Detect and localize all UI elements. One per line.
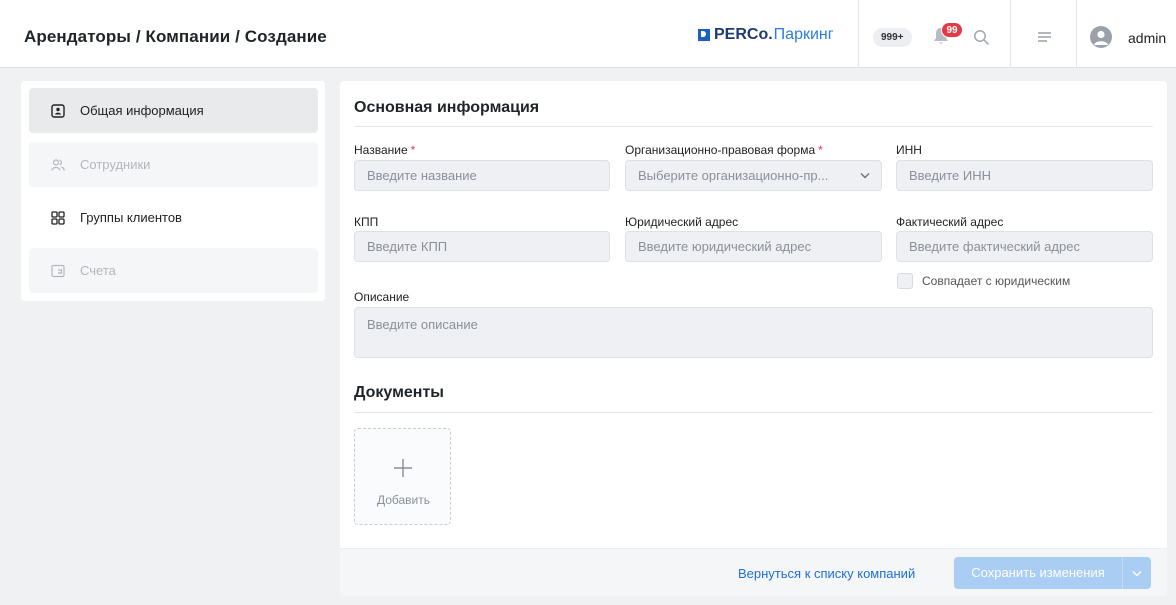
actual-address-input[interactable]: Введите фактический адрес	[896, 231, 1153, 262]
legal-address-input[interactable]: Введите юридический адрес	[625, 231, 882, 262]
avatar[interactable]	[1090, 26, 1112, 48]
sidebar-item-label: Общая информация	[80, 103, 204, 118]
grid-icon	[51, 210, 65, 225]
actual-address-label: Фактический адрес	[896, 215, 1004, 229]
sidebar-item-label: Сотрудники	[80, 157, 151, 172]
section-divider	[354, 126, 1153, 127]
form-footer: Вернуться к списку компаний Сохранить из…	[340, 548, 1167, 596]
same-as-legal-label[interactable]: Совпадает с юридическим	[922, 274, 1070, 288]
legal-form-select[interactable]: Выберите организационно-пр...	[625, 160, 882, 191]
legal-form-label-text: Организационно-правовая форма	[625, 143, 816, 157]
perco-logo-icon	[698, 29, 710, 41]
sidebar-item-client-groups[interactable]: Группы клиентов	[29, 195, 318, 240]
menu-icon[interactable]	[1036, 30, 1052, 44]
back-to-companies-link[interactable]: Вернуться к списку компаний	[738, 566, 915, 581]
user-icon	[1094, 30, 1108, 45]
counter-badge[interactable]: 999+	[873, 28, 912, 47]
section-title-documents: Документы	[354, 384, 444, 401]
search-icon[interactable]	[973, 29, 989, 45]
save-button[interactable]: Сохранить изменения	[954, 557, 1151, 589]
chevron-down-icon[interactable]	[1132, 570, 1142, 577]
notification-count-badge: 99	[941, 22, 963, 38]
header-divider	[1010, 0, 1011, 68]
same-as-legal-checkbox[interactable]	[897, 273, 913, 289]
kpp-input[interactable]: Введите КПП	[354, 231, 610, 262]
sidebar-item-label: Счета	[80, 263, 116, 278]
logo-brand: PERCo.	[714, 26, 773, 43]
legal-form-placeholder: Выберите организационно-пр...	[638, 168, 829, 183]
breadcrumb: Арендаторы / Компании / Создание	[24, 27, 327, 46]
header-divider	[1076, 0, 1077, 68]
wallet-icon	[51, 264, 65, 277]
name-label-text: Название	[354, 143, 408, 157]
description-label: Описание	[354, 290, 410, 304]
plus-icon	[394, 459, 412, 477]
name-input[interactable]: Введите название	[354, 160, 610, 191]
top-header: Арендаторы / Компании / Создание PERCo. …	[0, 0, 1176, 68]
description-textarea[interactable]: Введите описание	[354, 307, 1153, 358]
id-card-icon	[51, 103, 65, 118]
kpp-label: КПП	[354, 215, 379, 229]
add-document-button[interactable]: Добавить	[354, 428, 451, 525]
legal-address-label: Юридический адрес	[625, 215, 739, 229]
chevron-down-icon	[860, 173, 870, 179]
inn-input[interactable]: Введите ИНН	[896, 160, 1153, 191]
required-mark: *	[818, 143, 823, 157]
sidebar-item-label: Группы клиентов	[80, 210, 182, 225]
users-icon	[51, 158, 65, 171]
name-label: Название *	[354, 143, 415, 157]
main-panel: Основная информация Название * Введите на…	[340, 81, 1167, 596]
legal-form-label: Организационно-правовая форма *	[625, 143, 823, 157]
section-title-basic-info: Основная информация	[354, 99, 540, 116]
required-mark: *	[410, 143, 416, 157]
header-divider	[858, 0, 859, 68]
section-divider	[354, 412, 1153, 413]
sidebar: Общая информация Сотрудники Группы клиен…	[21, 81, 325, 301]
sidebar-item-employees: Сотрудники	[29, 142, 318, 187]
save-button-divider	[1122, 557, 1123, 589]
inn-label: ИНН	[896, 143, 922, 157]
logo-product: Паркинг	[773, 26, 834, 43]
sidebar-item-general-info[interactable]: Общая информация	[29, 88, 318, 133]
save-button-label: Сохранить изменения	[971, 565, 1105, 580]
add-document-label: Добавить	[376, 493, 431, 507]
username[interactable]: admin	[1128, 30, 1166, 46]
sidebar-item-accounts: Счета	[29, 248, 318, 293]
app-logo[interactable]: PERCo. Паркинг	[698, 26, 834, 44]
